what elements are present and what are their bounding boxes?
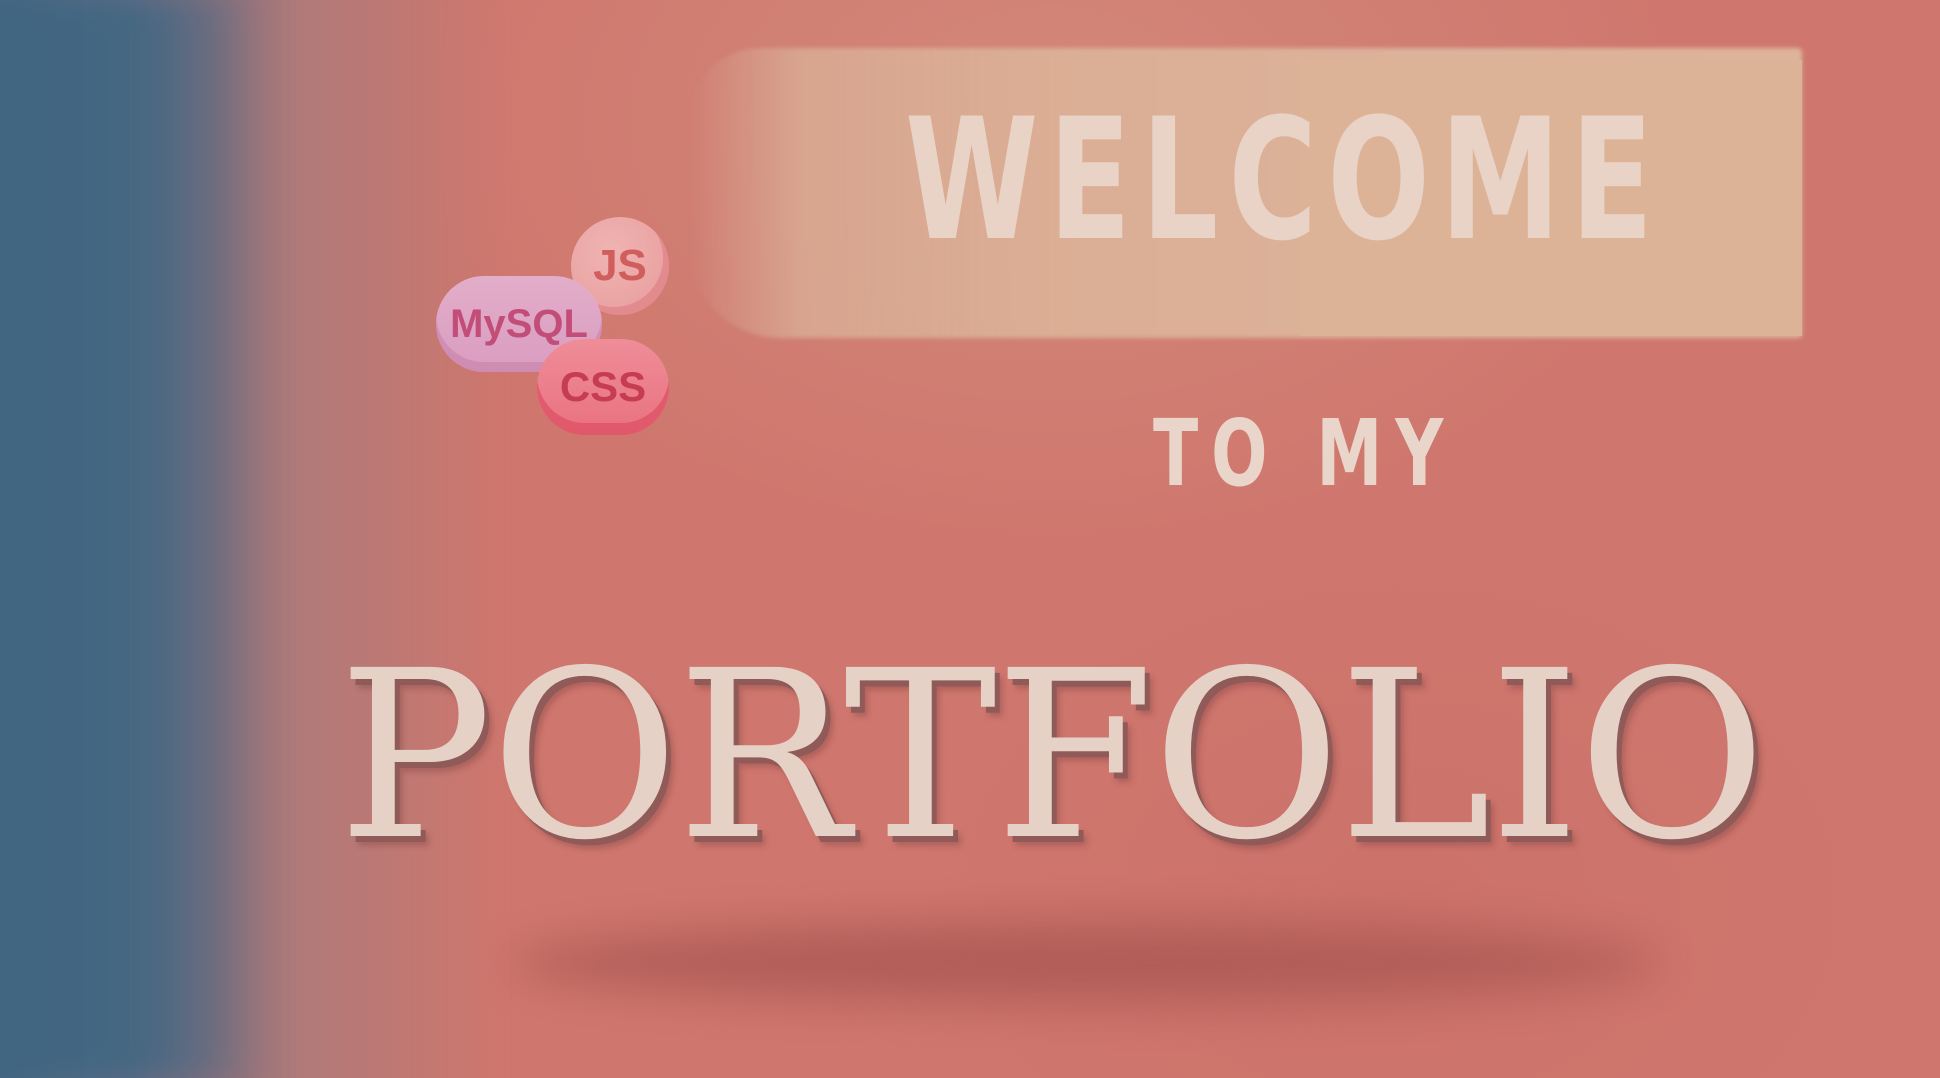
- blue-watercolor-band-edge: [0, 0, 260, 1078]
- portfolio-shadow-pool: [510, 920, 1660, 1005]
- headline-to-my: TO MY: [1153, 400, 1457, 507]
- headline-welcome: WELCOME: [905, 82, 1664, 278]
- headline-portfolio: PORTFOLIO: [338, 621, 1766, 891]
- hero-banner: WELCOME TO MY PORTFOLIO JS MySQL CSS: [0, 0, 1940, 1078]
- skill-badge-css: CSS: [537, 339, 669, 435]
